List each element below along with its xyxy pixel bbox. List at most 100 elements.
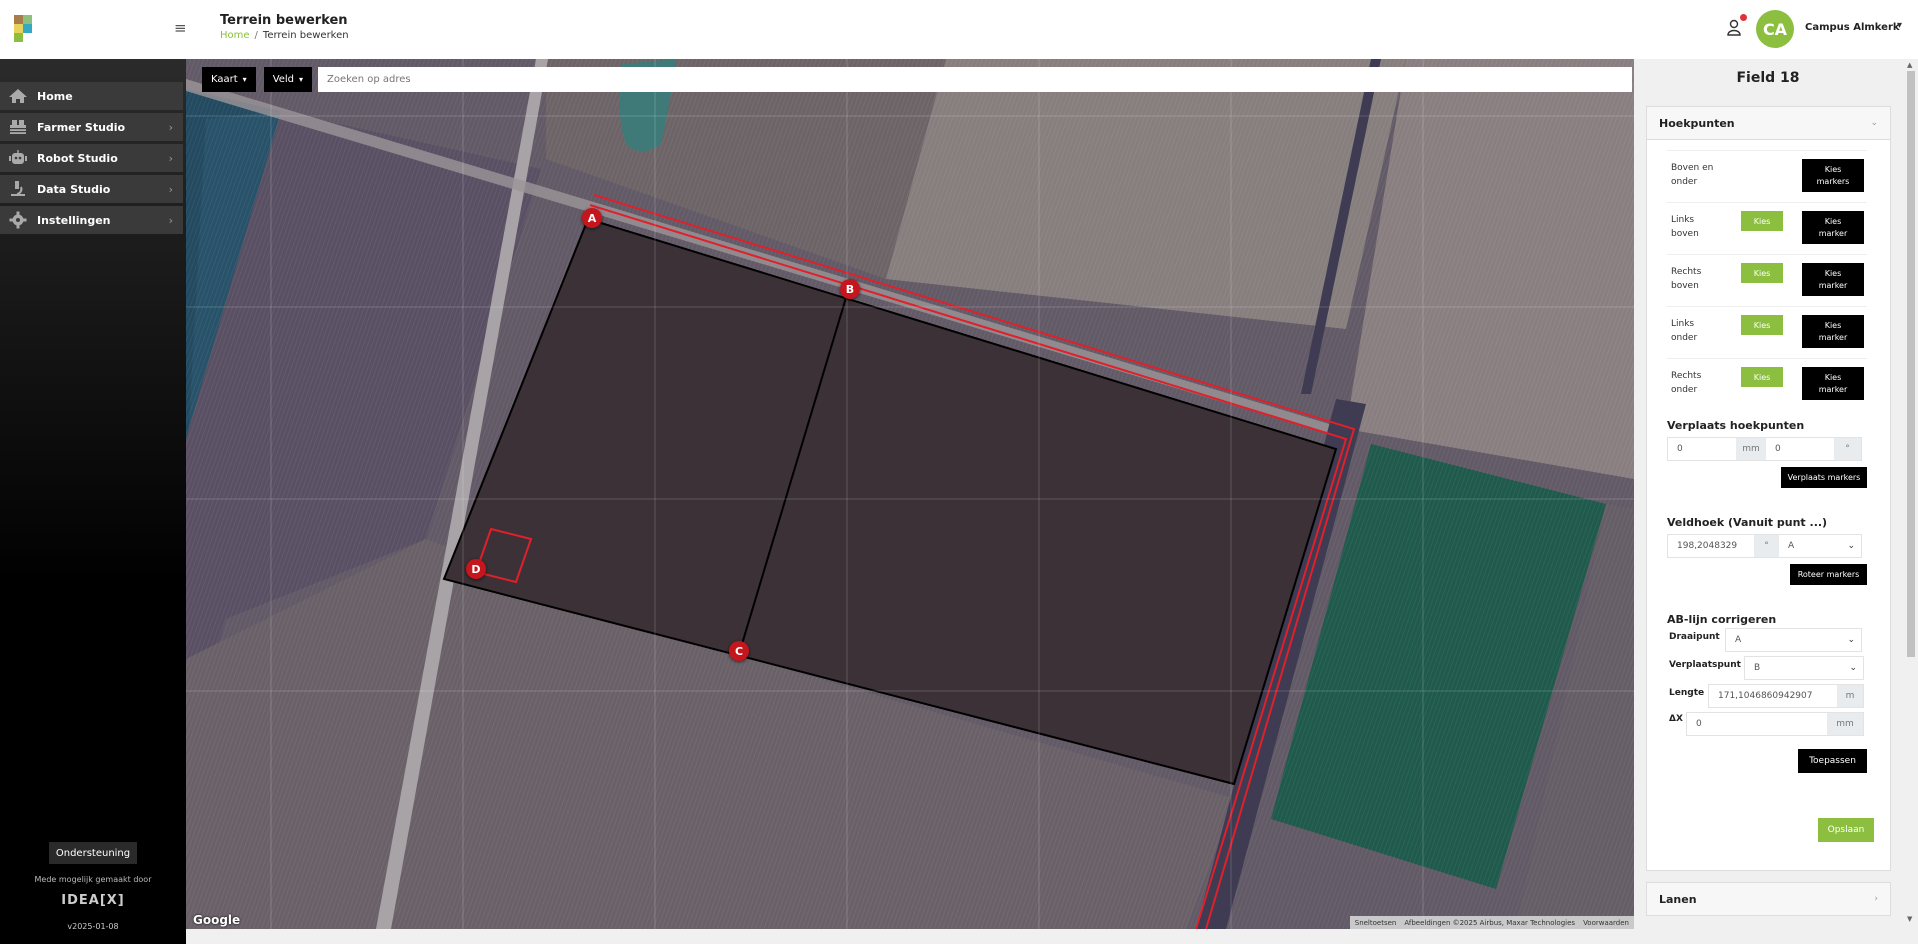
corner-label-line: onder	[1671, 177, 1698, 187]
corner-label-line: Rechts	[1671, 267, 1702, 277]
save-button[interactable]: Opslaan	[1818, 818, 1874, 842]
username[interactable]: Campus Almkerk	[1805, 22, 1900, 33]
corner-label-line: Boven en	[1671, 163, 1714, 173]
corner-row-bottom-left: Links onder Kies Kies marker	[1667, 306, 1867, 358]
choose-marker-button[interactable]: Kies marker	[1802, 211, 1864, 244]
field-angle-inputs: ° A ⌄	[1667, 534, 1862, 558]
length-input[interactable]	[1709, 685, 1837, 707]
move-markers-button[interactable]: Verplaats markers	[1781, 467, 1867, 488]
move-point-select[interactable]: B ⌄	[1744, 656, 1864, 680]
angle-point-value: A	[1788, 541, 1795, 551]
corner-row-top-right: Rechts boven Kies Kies marker	[1667, 254, 1867, 306]
map-marker-c[interactable]: C	[729, 641, 749, 661]
home-icon	[7, 87, 29, 105]
sidebar-item-farmer-studio[interactable]: Farmer Studio ›	[0, 113, 183, 141]
scroll-up-icon[interactable]: ▲	[1907, 61, 1912, 69]
sidebar-item-robot-studio[interactable]: Robot Studio ›	[0, 144, 183, 172]
apply-button[interactable]: Toepassen	[1798, 749, 1867, 773]
chevron-right-icon: ›	[168, 151, 173, 165]
support-button[interactable]: Ondersteuning	[49, 842, 137, 864]
unit-mm: mm	[1827, 713, 1863, 735]
map-marker-b[interactable]: B	[840, 279, 860, 299]
sidebar-item-label: Robot Studio	[37, 151, 118, 165]
panel-scrollbar[interactable]: ▲ ▼	[1904, 59, 1918, 929]
top-header: ≡ Terrein bewerken Home / Terrein bewerken…	[0, 0, 1918, 59]
logo-tile	[23, 24, 32, 33]
user-notification-icon[interactable]	[1727, 18, 1743, 36]
unit-mm: mm	[1736, 438, 1766, 460]
choose-button[interactable]: Kies	[1741, 263, 1783, 283]
page-title: Terrein bewerken	[220, 13, 348, 28]
map-marker-d[interactable]: D	[466, 559, 486, 579]
choose-marker-button[interactable]: Kies marker	[1802, 315, 1864, 348]
corner-label: Boven en onder	[1671, 161, 1726, 189]
keyboard-shortcuts-link[interactable]: Sneltoetsen	[1355, 919, 1397, 927]
length-input-group: m	[1708, 684, 1864, 708]
button-text: Kies	[1824, 320, 1842, 330]
map-type-dropdown[interactable]: Kaart ▾	[202, 67, 256, 92]
sidebar-item-home[interactable]: Home	[0, 82, 183, 110]
button-text: Kies	[1824, 372, 1842, 382]
choose-marker-button[interactable]: Kies marker	[1802, 367, 1864, 400]
dx-input-group: mm	[1686, 712, 1864, 736]
field-title: Field 18	[1736, 70, 1800, 86]
gear-icon	[7, 211, 29, 229]
app-logo[interactable]	[14, 15, 34, 43]
move-angle-input[interactable]	[1766, 438, 1834, 460]
chevron-right-icon: ›	[168, 182, 173, 196]
user-menu-caret-icon[interactable]: ▾	[1897, 20, 1902, 31]
corner-label: Rechts onder	[1671, 369, 1726, 397]
made-by-text: Mede mogelijk gemaakt door	[34, 875, 152, 884]
unit-degree: °	[1754, 535, 1779, 557]
choose-button[interactable]: Kies	[1741, 211, 1783, 231]
corner-label-line: onder	[1671, 385, 1698, 395]
button-text: markers	[1816, 176, 1850, 186]
terms-link[interactable]: Voorwaarden	[1583, 919, 1629, 927]
choose-button[interactable]: Kies	[1741, 367, 1783, 387]
satellite-map[interactable]: Kaart ▾ Veld ▾ A B C D Google Sneltoetsen …	[186, 59, 1634, 929]
hamburger-icon[interactable]: ≡	[174, 19, 187, 37]
sidebar: Home Farmer Studio › Robot Studio › Data…	[0, 59, 186, 944]
choose-markers-button[interactable]: Kies markers	[1802, 159, 1864, 192]
move-distance-input[interactable]	[1668, 438, 1736, 460]
avatar[interactable]: CA	[1756, 10, 1794, 48]
chevron-down-icon: ⌄	[1847, 635, 1855, 645]
pivot-value: A	[1735, 635, 1742, 645]
field-dropdown-label: Veld	[272, 74, 295, 85]
corner-points-title: Hoekpunten	[1659, 116, 1735, 130]
pivot-select[interactable]: A ⌄	[1725, 628, 1862, 652]
map-type-label: Kaart	[211, 74, 238, 85]
scrollbar-thumb[interactable]	[1907, 71, 1915, 657]
google-logo: Google	[193, 913, 241, 927]
lanes-header[interactable]: Lanen ›	[1647, 883, 1890, 915]
rotate-markers-button[interactable]: Roteer markers	[1790, 564, 1867, 585]
sidebar-item-label: Farmer Studio	[37, 120, 126, 134]
choose-marker-button[interactable]: Kies marker	[1802, 263, 1864, 296]
dx-input[interactable]	[1687, 713, 1827, 735]
breadcrumb-current: Terrein bewerken	[262, 30, 349, 41]
pivot-label: Draaipunt	[1669, 632, 1720, 642]
sidebar-item-instellingen[interactable]: Instellingen ›	[0, 206, 183, 234]
map-marker-a[interactable]: A	[582, 208, 602, 228]
dx-label: ΔX	[1669, 714, 1683, 724]
corner-label: Links boven	[1671, 213, 1726, 241]
breadcrumb-home-link[interactable]: Home	[220, 30, 250, 41]
angle-point-select[interactable]: A ⌄	[1779, 535, 1861, 557]
scroll-down-icon[interactable]: ▼	[1907, 915, 1912, 923]
logo-tile	[23, 15, 32, 24]
caret-down-icon: ▾	[242, 75, 247, 84]
field-angle-input[interactable]	[1668, 535, 1754, 557]
choose-button[interactable]: Kies	[1741, 315, 1783, 335]
corner-points-card: Hoekpunten ⌄ Boven en onder Kies markers L…	[1646, 106, 1891, 871]
sidebar-item-label: Data Studio	[37, 182, 111, 196]
field-dropdown[interactable]: Veld ▾	[263, 67, 313, 92]
lanes-card[interactable]: Lanen ›	[1646, 882, 1891, 916]
sidebar-item-data-studio[interactable]: Data Studio ›	[0, 175, 183, 203]
sidebar-item-label: Home	[37, 89, 73, 103]
corner-points-header[interactable]: Hoekpunten ⌄	[1647, 107, 1890, 140]
address-search-input[interactable]	[318, 67, 1632, 92]
button-text: Kies	[1824, 164, 1842, 174]
button-text: marker	[1818, 228, 1848, 238]
move-point-value: B	[1754, 663, 1761, 673]
chevron-right-icon: ›	[1874, 894, 1878, 904]
